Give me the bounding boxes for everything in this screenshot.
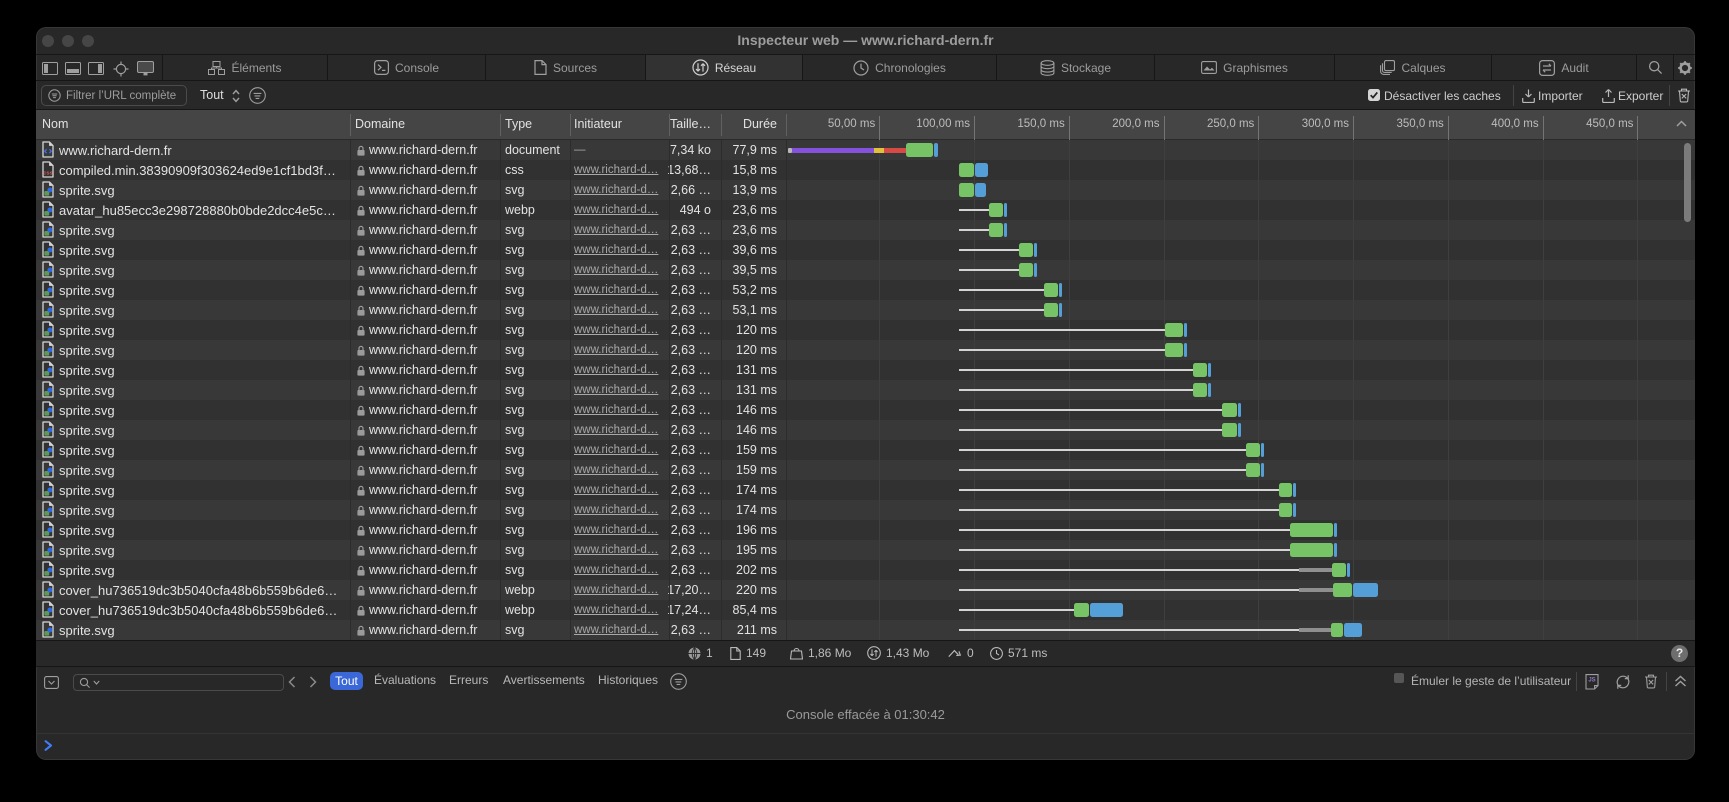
svg-text:JS: JS <box>1588 678 1595 684</box>
